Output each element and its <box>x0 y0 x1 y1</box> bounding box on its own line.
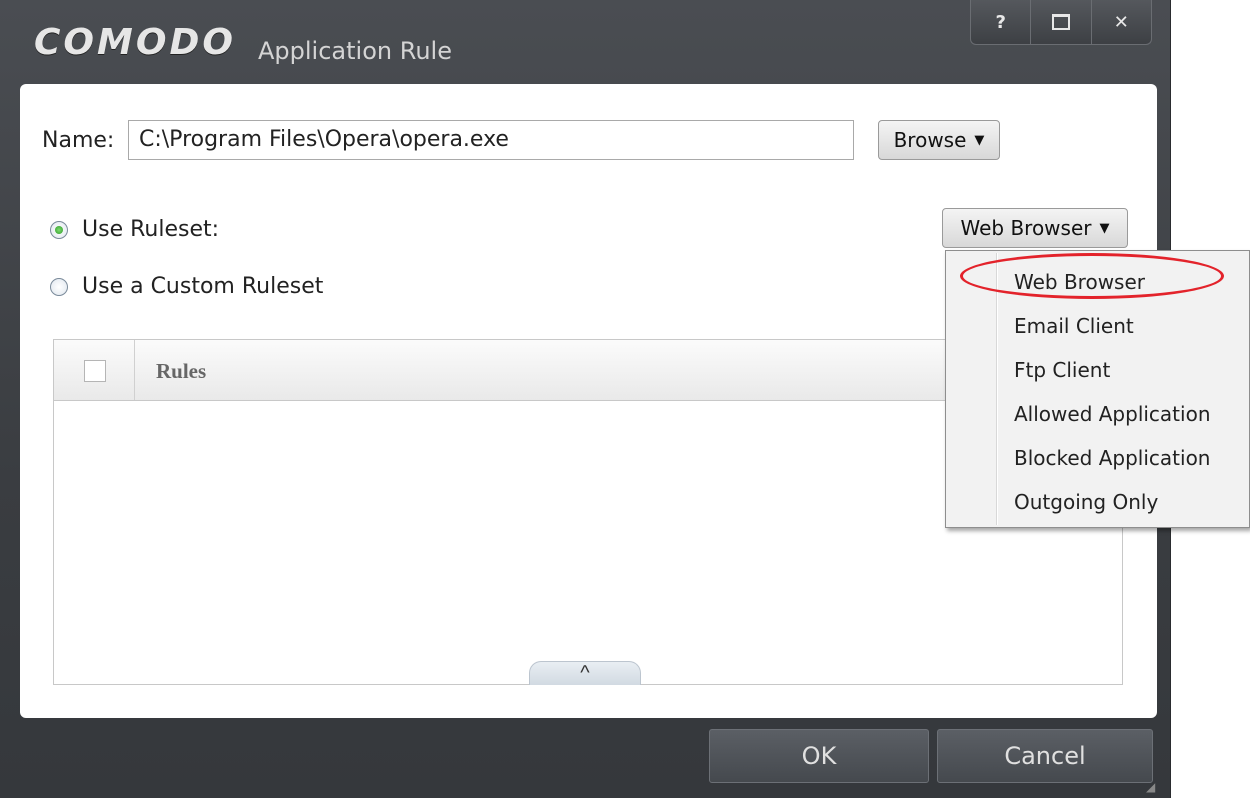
column-divider <box>134 340 135 400</box>
browse-button[interactable]: Browse ▼ <box>878 120 1000 160</box>
title-bar: COMODO Application Rule ? ✕ <box>0 0 1170 84</box>
use-custom-ruleset-label: Use a Custom Ruleset <box>82 274 324 299</box>
maximize-button[interactable] <box>1031 0 1092 44</box>
ruleset-selected-label: Web Browser <box>960 216 1092 240</box>
resize-grip-icon[interactable]: ◢ <box>1146 780 1162 796</box>
ruleset-dropdown-button[interactable]: Web Browser ▼ <box>942 208 1128 248</box>
help-button[interactable]: ? <box>971 0 1032 44</box>
select-all-checkbox[interactable] <box>84 360 106 382</box>
close-button[interactable]: ✕ <box>1092 0 1151 44</box>
menu-item-blocked-application[interactable]: Blocked Application <box>1014 446 1210 470</box>
rules-column-header[interactable]: Rules <box>156 359 206 384</box>
cancel-button[interactable]: Cancel <box>937 729 1153 783</box>
use-ruleset-option[interactable]: Use Ruleset: <box>50 217 219 242</box>
name-label: Name: <box>42 128 115 153</box>
browse-button-label: Browse <box>893 128 967 152</box>
window-title: Application Rule <box>258 37 452 65</box>
chevron-up-icon: ^ <box>580 662 590 684</box>
comodo-logo: COMODO <box>34 22 236 63</box>
window-controls: ? ✕ <box>970 0 1152 45</box>
use-ruleset-label: Use Ruleset: <box>82 217 220 242</box>
collapse-toggle[interactable]: ^ <box>529 661 641 685</box>
name-input[interactable]: C:\Program Files\Opera\opera.exe <box>128 120 854 160</box>
menu-item-ftp-client[interactable]: Ftp Client <box>1014 358 1110 382</box>
menu-gutter <box>996 253 998 525</box>
menu-item-allowed-application[interactable]: Allowed Application <box>1014 402 1211 426</box>
use-custom-ruleset-radio[interactable] <box>50 277 68 296</box>
maximize-icon <box>1051 14 1070 30</box>
menu-item-web-browser[interactable]: Web Browser <box>1014 270 1145 294</box>
menu-item-outgoing-only[interactable]: Outgoing Only <box>1014 490 1158 514</box>
use-ruleset-radio[interactable] <box>50 220 68 239</box>
ruleset-dropdown-menu: Web Browser Email Client Ftp Client Allo… <box>945 250 1250 528</box>
use-custom-ruleset-option[interactable]: Use a Custom Ruleset <box>50 274 323 299</box>
chevron-down-icon: ▼ <box>1099 220 1110 236</box>
ok-button[interactable]: OK <box>709 729 929 783</box>
chevron-down-icon: ▼ <box>974 132 985 148</box>
menu-item-email-client[interactable]: Email Client <box>1014 314 1134 338</box>
